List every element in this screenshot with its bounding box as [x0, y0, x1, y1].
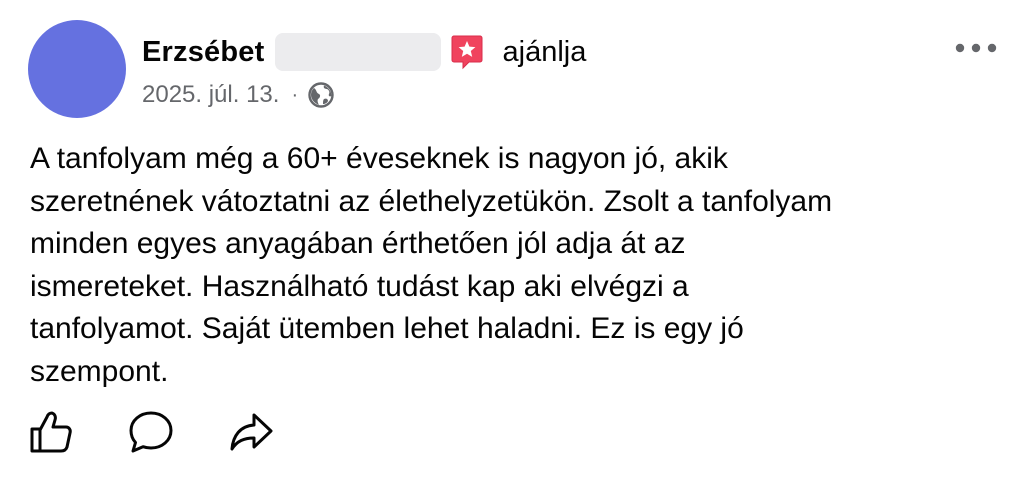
comment-button[interactable]	[124, 408, 178, 460]
share-arrow-icon	[227, 409, 275, 460]
avatar[interactable]	[28, 20, 126, 118]
recommend-star-badge-icon	[449, 32, 485, 72]
post-date[interactable]: 2025. júl. 13.	[142, 81, 279, 109]
recommend-label: ajánlja	[502, 35, 587, 68]
author-name[interactable]: Erzsébet	[142, 36, 265, 69]
post-meta: 2025. júl. 13. ·	[142, 78, 334, 112]
thumbs-up-icon	[28, 409, 74, 460]
post-header: Erzsébet ajánlja	[142, 30, 586, 74]
like-button[interactable]	[24, 408, 78, 460]
globe-icon[interactable]	[308, 82, 334, 108]
redacted-surname	[274, 33, 441, 71]
post-actions	[24, 408, 324, 460]
more-options-icon[interactable]	[950, 34, 1002, 62]
meta-separator: ·	[291, 83, 299, 106]
share-button[interactable]	[224, 408, 278, 460]
post-body-text: A tanfolyam még a 60+ éveseknek is nagyo…	[30, 142, 833, 388]
comment-bubble-icon	[127, 409, 175, 460]
